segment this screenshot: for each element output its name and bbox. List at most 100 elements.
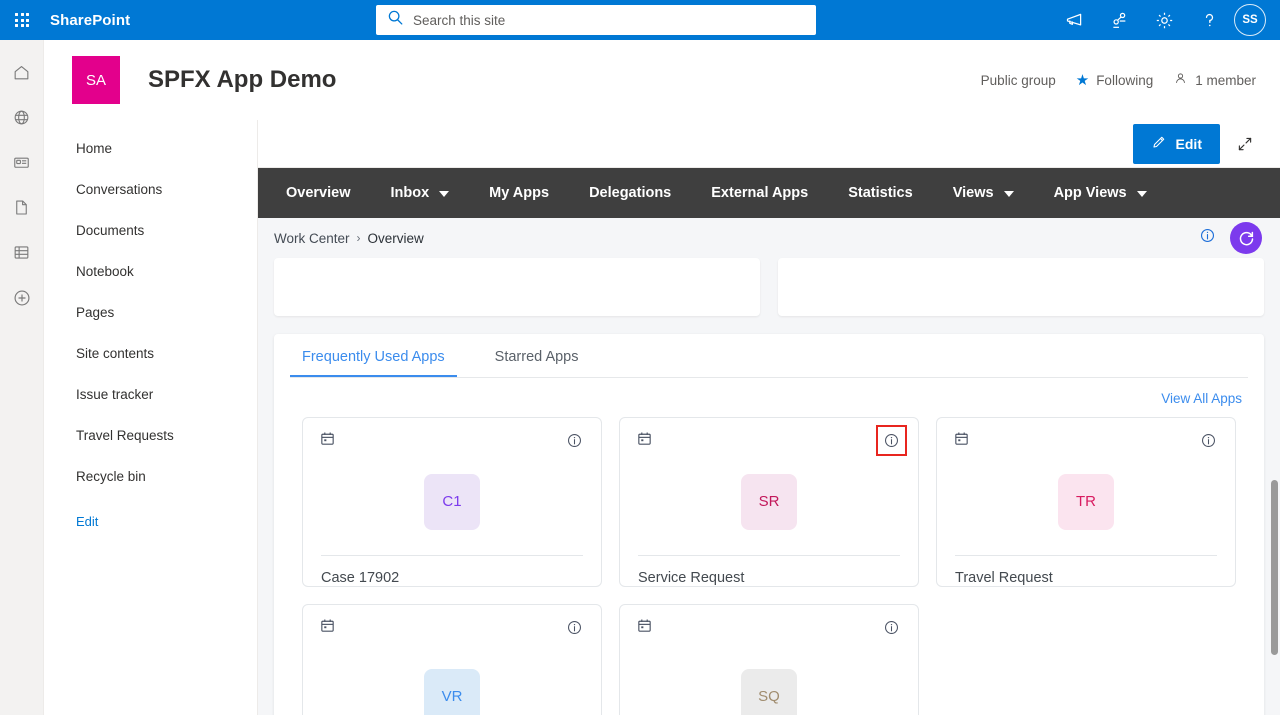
tile-badge-wrap: C1 — [319, 448, 585, 555]
breadcrumb-separator: › — [356, 231, 361, 245]
app-tile-label: Travel Request — [955, 570, 1053, 586]
sidebar-item-home[interactable]: Home — [44, 128, 257, 169]
wp-nav-app-views[interactable]: App Views — [1034, 168, 1167, 218]
app-tile-sq[interactable]: SQ — [619, 604, 919, 715]
view-all-row: View All Apps — [296, 378, 1242, 414]
sidebar-item-label: Travel Requests — [76, 428, 174, 443]
chevron-down-icon — [1003, 191, 1014, 197]
edit-page-button[interactable]: Edit — [1132, 123, 1220, 164]
breadcrumb-actions — [1199, 222, 1262, 254]
sidebar-item-label: Pages — [76, 305, 115, 320]
app-tile-vr[interactable]: VR — [302, 604, 602, 715]
gear-icon[interactable] — [1142, 0, 1187, 40]
apps-card: Frequently Used Apps Starred Apps View A… — [274, 334, 1264, 715]
chevron-down-icon — [1136, 191, 1147, 197]
summary-panel-right — [778, 258, 1264, 316]
page-title[interactable]: SPFX App Demo — [148, 66, 336, 94]
page-scrollbar-thumb[interactable] — [1271, 480, 1278, 655]
tile-badge-wrap: VR — [319, 635, 585, 715]
app-badge: SR — [741, 473, 797, 530]
work-center-nav: Overview Inbox My Apps Delegations Exter… — [258, 168, 1280, 218]
news-icon[interactable] — [0, 140, 44, 185]
edit-page-label: Edit — [1175, 135, 1202, 152]
sidebar-item-label: Site contents — [76, 346, 155, 361]
wp-nav-overview[interactable]: Overview — [266, 168, 371, 218]
tab-starred-apps[interactable]: Starred Apps — [483, 349, 591, 377]
globe-icon[interactable] — [0, 95, 44, 140]
app-badge: TR — [1058, 473, 1114, 530]
wp-nav-inbox[interactable]: Inbox — [371, 168, 470, 218]
people-collaborate-icon[interactable] — [1097, 0, 1142, 40]
sidebar-item-recycle-bin[interactable]: Recycle bin — [44, 456, 257, 497]
site-header: SA SPFX App Demo Public group ★ Followin… — [44, 40, 1280, 120]
app-tile-travel-request[interactable]: TR Travel Request — [936, 417, 1236, 587]
wp-nav-views[interactable]: Views — [933, 168, 1034, 218]
command-bar: Edit — [258, 120, 1280, 168]
edit-navigation-link[interactable]: Edit — [44, 503, 257, 539]
app-badge: SQ — [741, 668, 797, 715]
star-filled-icon: ★ — [1075, 71, 1090, 89]
sidebar-item-notebook[interactable]: Notebook — [44, 251, 257, 292]
sidebar-item-label: Issue tracker — [76, 387, 154, 402]
following-button[interactable]: ★ Following — [1076, 73, 1153, 88]
sidebar-item-label: Notebook — [76, 264, 134, 279]
wp-nav-delegations[interactable]: Delegations — [569, 168, 691, 218]
search-input[interactable] — [413, 12, 808, 28]
suite-bar: SharePoint SS — [0, 0, 1280, 40]
sidebar-item-travel-requests[interactable]: Travel Requests — [44, 415, 257, 456]
work-center-webpart: Overview Inbox My Apps Delegations Exter… — [258, 168, 1280, 715]
following-label: Following — [1096, 72, 1154, 88]
tile-badge-wrap: SQ — [636, 635, 902, 715]
breadcrumb-overview: Overview — [367, 230, 424, 246]
page-icon[interactable] — [0, 185, 44, 230]
sidebar-item-label: Recycle bin — [76, 469, 146, 484]
app-badge: C1 — [424, 473, 480, 530]
sidebar-item-conversations[interactable]: Conversations — [44, 169, 257, 210]
info-circle-icon[interactable] — [1199, 227, 1216, 249]
breadcrumb-work-center[interactable]: Work Center — [274, 231, 350, 246]
list-icon[interactable] — [0, 230, 44, 275]
wp-nav-label: Views — [952, 185, 994, 201]
plus-circle-icon[interactable] — [0, 275, 44, 320]
refresh-button[interactable] — [1230, 222, 1262, 254]
search-icon — [387, 9, 404, 31]
tile-badge-wrap: SR — [636, 448, 902, 555]
group-privacy-label: Public group — [980, 72, 1056, 88]
wp-nav-my-apps[interactable]: My Apps — [469, 168, 569, 218]
wp-nav-label: Statistics — [848, 185, 913, 201]
sidebar-item-documents[interactable]: Documents — [44, 210, 257, 251]
members-button[interactable]: 1 member — [1173, 71, 1256, 89]
app-tile-case-17902[interactable]: C1 Case 17902 — [302, 417, 602, 587]
apps-tabs: Frequently Used Apps Starred Apps — [290, 334, 1248, 378]
app-grid: C1 Case 17902 SR Service Request TR Trav… — [296, 414, 1242, 715]
help-icon[interactable] — [1187, 0, 1232, 40]
person-icon — [1173, 71, 1188, 89]
expand-diagonal-icon[interactable] — [1228, 127, 1262, 161]
breadcrumb: Work Center › Overview — [258, 218, 1280, 258]
megaphone-icon[interactable] — [1052, 0, 1097, 40]
view-all-apps-link[interactable]: View All Apps — [1161, 391, 1242, 406]
wp-nav-statistics[interactable]: Statistics — [828, 168, 932, 218]
sidebar-item-label: Documents — [76, 223, 145, 238]
wp-nav-label: External Apps — [711, 185, 809, 201]
app-rail — [0, 40, 44, 715]
sidebar-item-issue-tracker[interactable]: Issue tracker — [44, 374, 257, 415]
app-launcher-button[interactable] — [0, 0, 44, 40]
wp-nav-label: Delegations — [589, 185, 672, 201]
search-box[interactable] — [376, 5, 816, 35]
app-tile-service-request[interactable]: SR Service Request — [619, 417, 919, 587]
sidebar-item-pages[interactable]: Pages — [44, 292, 257, 333]
tile-badge-wrap: TR — [953, 448, 1219, 555]
user-avatar[interactable]: SS — [1234, 4, 1266, 36]
wp-nav-external-apps[interactable]: External Apps — [691, 168, 828, 218]
home-icon[interactable] — [0, 50, 44, 95]
sharepoint-brand-link[interactable]: SharePoint — [50, 12, 130, 29]
sidebar-item-label: Home — [76, 141, 113, 156]
suite-actions: SS — [1052, 0, 1280, 40]
app-tile-label: Service Request — [638, 570, 745, 586]
site-logo: SA — [72, 56, 120, 104]
tab-frequently-used-apps[interactable]: Frequently Used Apps — [290, 349, 457, 377]
pencil-icon — [1151, 134, 1167, 153]
chevron-down-icon — [439, 191, 450, 197]
sidebar-item-site-contents[interactable]: Site contents — [44, 333, 257, 374]
